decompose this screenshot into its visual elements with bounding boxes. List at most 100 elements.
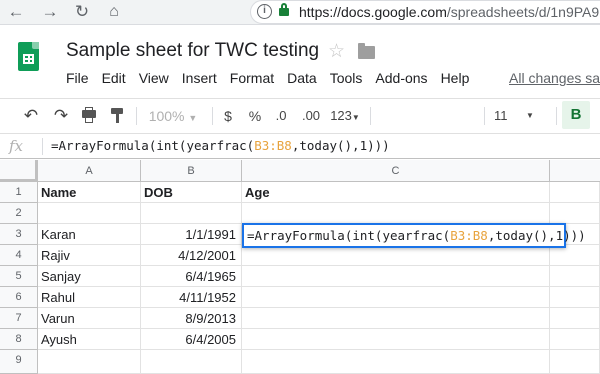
chevron-down-icon: ▼ — [188, 113, 198, 123]
folder-icon[interactable] — [358, 43, 375, 59]
cell-c6[interactable] — [242, 287, 550, 308]
more-formats-label: 123 — [330, 108, 352, 123]
toolbar: ↶ ↷ 100% ▼ $ % .0 .00 123▼ 11 ▼ — [0, 98, 600, 132]
paint-format-icon[interactable] — [106, 106, 128, 126]
cell-a1[interactable]: Name — [38, 182, 141, 203]
undo-icon[interactable]: ↶ — [20, 106, 42, 126]
cell-b1[interactable]: DOB — [141, 182, 242, 203]
row-header[interactable]: 4 — [0, 245, 38, 266]
column-header-b[interactable]: B — [141, 160, 242, 182]
document-title[interactable]: Sample sheet for TWC testing — [66, 40, 319, 62]
formula-input[interactable]: =ArrayFormula(int(yearfrac(B3:B8,today()… — [51, 138, 390, 153]
row-header[interactable]: 3 — [0, 224, 38, 245]
sheets-logo-icon[interactable] — [18, 42, 39, 71]
more-formats-button[interactable]: 123▼ — [328, 106, 362, 126]
cell-b6[interactable]: 4/11/1952 — [141, 287, 242, 308]
currency-format-button[interactable]: $ — [220, 106, 236, 126]
spreadsheet-grid[interactable]: A B C 1 2 3 4 5 6 7 8 9 Name DOB Age Kar… — [0, 160, 600, 374]
cell-b8[interactable]: 6/4/2005 — [141, 329, 242, 350]
cell-a4[interactable]: Rajiv — [38, 245, 141, 266]
cell-d4[interactable] — [550, 245, 600, 266]
menu-format[interactable]: Format — [230, 70, 274, 86]
cell-a5[interactable]: Sanjay — [38, 266, 141, 287]
cell-d5[interactable] — [550, 266, 600, 287]
cell-editor-c3[interactable]: =ArrayFormula(int(yearfrac(B3:B8,today()… — [242, 223, 586, 248]
cell-b5[interactable]: 6/4/1965 — [141, 266, 242, 287]
menu-help[interactable]: Help — [441, 70, 470, 86]
bold-button[interactable]: B — [562, 101, 590, 129]
cell-c2[interactable] — [242, 203, 550, 224]
back-arrow-icon[interactable]: ← — [6, 2, 26, 22]
increase-decimal-button[interactable]: .00 — [298, 106, 324, 126]
cell-d1[interactable] — [550, 182, 600, 203]
cell-c1[interactable]: Age — [242, 182, 550, 203]
star-icon[interactable]: ☆ — [328, 40, 345, 63]
chevron-down-icon: ▼ — [351, 113, 360, 122]
print-icon[interactable] — [78, 106, 100, 126]
row-header[interactable]: 1 — [0, 182, 38, 203]
cell-d7[interactable] — [550, 308, 600, 329]
cell-c9[interactable] — [242, 350, 550, 374]
reload-icon[interactable]: ↻ — [72, 2, 92, 22]
save-status-link[interactable]: All changes sa — [509, 70, 600, 86]
cell-c5[interactable] — [242, 266, 550, 287]
browser-toolbar: ← → ↻ ⌂ i https://docs.google.com/spread… — [0, 0, 600, 25]
percent-format-button[interactable]: % — [246, 106, 264, 126]
column-header-a[interactable]: A — [38, 160, 141, 182]
cell-c4[interactable] — [242, 245, 550, 266]
cell-b7[interactable]: 8/9/2013 — [141, 308, 242, 329]
cell-b4[interactable]: 4/12/2001 — [141, 245, 242, 266]
menu-addons[interactable]: Add-ons — [375, 70, 427, 86]
editor-formula-suffix: ,today(),1))) — [487, 228, 586, 243]
info-icon[interactable]: i — [257, 4, 272, 19]
cell-c8[interactable] — [242, 329, 550, 350]
menu-file[interactable]: File — [66, 70, 89, 86]
menu-tools[interactable]: Tools — [330, 70, 363, 86]
lock-shackle — [281, 3, 287, 10]
formula-bar: fx =ArrayFormula(int(yearfrac(B3:B8,toda… — [0, 133, 600, 159]
cell-d8[interactable] — [550, 329, 600, 350]
cell-d6[interactable] — [550, 287, 600, 308]
address-bar[interactable]: i https://docs.google.com/spreadsheets/d… — [250, 0, 600, 24]
cell-a2[interactable] — [38, 203, 141, 224]
menu-view[interactable]: View — [139, 70, 169, 86]
row-header[interactable]: 7 — [0, 308, 38, 329]
decrease-decimal-button[interactable]: .0 — [270, 106, 292, 126]
url-path: /spreadsheets/d/1n9PA9 — [446, 4, 600, 20]
formula-prefix: =ArrayFormula(int(yearfrac( — [51, 138, 255, 153]
column-header-d[interactable] — [550, 160, 600, 182]
cell-d2[interactable] — [550, 203, 600, 224]
cell-b9[interactable] — [141, 350, 242, 374]
row-header[interactable]: 6 — [0, 287, 38, 308]
forward-arrow-icon[interactable]: → — [40, 2, 60, 22]
increase-decimal-label: .00 — [301, 108, 321, 123]
zoom-select[interactable]: 100% ▼ — [148, 106, 198, 126]
menu-data[interactable]: Data — [287, 70, 317, 86]
cell-a7[interactable]: Varun — [38, 308, 141, 329]
row-header[interactable]: 9 — [0, 350, 38, 374]
cell-a9[interactable] — [38, 350, 141, 374]
home-icon[interactable]: ⌂ — [104, 2, 124, 22]
row-header[interactable]: 5 — [0, 266, 38, 287]
menu-bar: File Edit View Insert Format Data Tools Add-ons… — [66, 70, 482, 88]
row-header[interactable]: 2 — [0, 203, 38, 224]
row-header[interactable]: 8 — [0, 329, 38, 350]
font-size-select[interactable]: 11 ▼ — [494, 106, 540, 126]
cell-c7[interactable] — [242, 308, 550, 329]
cell-a8[interactable]: Ayush — [38, 329, 141, 350]
select-all-corner[interactable] — [0, 160, 38, 182]
decrease-decimal-label: .0 — [275, 108, 287, 123]
formula-suffix: ,today(),1))) — [291, 138, 390, 153]
menu-edit[interactable]: Edit — [102, 70, 126, 86]
url-text[interactable]: https://docs.google.com/spreadsheets/d/1… — [299, 4, 599, 20]
menu-insert[interactable]: Insert — [182, 70, 217, 86]
url-host: https://docs.google.com — [299, 4, 447, 20]
column-header-c[interactable]: C — [242, 160, 550, 182]
cell-b2[interactable] — [141, 203, 242, 224]
cell-b3[interactable]: 1/1/1991 — [141, 224, 242, 245]
cell-a3[interactable]: Karan — [38, 224, 141, 245]
fx-icon: fx — [9, 137, 24, 155]
redo-icon[interactable]: ↷ — [50, 106, 72, 126]
cell-a6[interactable]: Rahul — [38, 287, 141, 308]
cell-d9[interactable] — [550, 350, 600, 374]
